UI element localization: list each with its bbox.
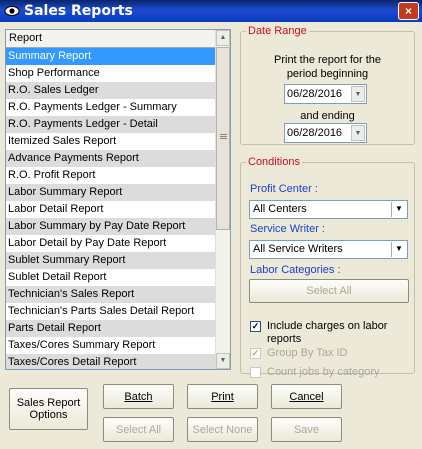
empty-checkbox-icon[interactable] [250,367,261,378]
sales-report-options-button[interactable]: Sales Report Options [9,388,88,430]
service-writer-label: Service Writer : [250,223,325,235]
batch-button[interactable]: Batch [103,384,174,409]
list-item[interactable]: Sublet Summary Report [6,252,215,269]
conditions-group: Conditions Profit Center : All Centers ▼… [240,156,415,378]
window-title: Sales Reports [24,3,133,19]
profit-center-label: Profit Center : [250,183,318,195]
list-item[interactable]: R.O. Profit Report [6,167,215,184]
list-item[interactable]: Labor Summary Report [6,184,215,201]
labor-categories-label: Labor Categories : [250,264,341,276]
select-all-label: Select All [115,423,162,436]
service-writer-select[interactable]: All Service Writers ▼ [249,240,408,259]
list-item[interactable]: Labor Detail Report [6,201,215,218]
date-range-legend: Date Range [248,25,307,37]
list-item[interactable]: Taxes/Cores Detail Report [6,354,215,369]
count-jobs-label: Count jobs by category [267,366,380,378]
include-charges-label-line1: Include charges on labor [267,320,388,332]
eye-icon [4,6,20,16]
group-by-tax-label: Group By Tax ID [267,347,348,359]
chevron-down-icon[interactable]: ▼ [391,202,406,217]
chevron-down-icon[interactable]: ▼ [351,125,365,141]
report-list[interactable]: Report Summary Report Shop Performance R.O… [5,29,231,370]
checkmark-icon[interactable]: ✓ [250,348,261,359]
list-item[interactable]: R.O. Payments Ledger - Summary [6,99,215,116]
begin-label-line2: period beginning [286,68,369,80]
list-item[interactable]: Taxes/Cores Summary Report [6,337,215,354]
begin-date-value: 06/28/2016 [287,88,343,100]
begin-label-line1: Print the report for the [274,54,381,66]
report-column-header[interactable]: Report [6,30,215,48]
print-button[interactable]: Print [187,384,258,409]
list-item[interactable]: Labor Summary by Pay Date Report [6,218,215,235]
list-item[interactable]: Technician's Parts Sales Detail Report [6,303,215,320]
list-item[interactable]: Advance Payments Report [6,150,215,167]
title-bar: Sales Reports × [0,0,422,22]
end-label: and ending [300,110,355,122]
save-button[interactable]: Save [271,417,342,442]
checkmark-icon[interactable]: ✓ [250,321,261,332]
report-list-scrollbar[interactable]: ▲ ▼ [215,30,230,369]
print-label: Print [211,390,234,403]
list-item[interactable]: Technician's Sales Report [6,286,215,303]
save-label: Save [293,423,320,436]
cancel-label: Cancel [289,390,324,403]
begin-date-picker[interactable]: 06/28/2016 ▼ [284,84,367,104]
options-label-line2: Options [29,409,68,421]
list-item[interactable]: Parts Detail Report [6,320,215,337]
select-all-button[interactable]: Select All [103,417,174,442]
service-writer-value: All Service Writers [253,243,343,255]
cancel-button[interactable]: Cancel [271,384,342,409]
chevron-down-icon[interactable]: ▼ [351,86,365,102]
end-date-value: 06/28/2016 [287,127,343,139]
select-none-label: Select None [192,423,253,436]
chevron-down-icon[interactable]: ▼ [391,242,406,257]
list-item[interactable]: Labor Detail by Pay Date Report [6,235,215,252]
list-item[interactable]: R.O. Payments Ledger - Detail [6,116,215,133]
list-item[interactable]: Summary Report [6,48,215,65]
scroll-thumb[interactable] [216,47,230,230]
batch-label: Batch [124,390,153,403]
profit-center-select[interactable]: All Centers ▼ [249,200,408,219]
include-charges-label-line2: reports [267,333,302,345]
close-icon: × [404,4,412,18]
options-label-line1: Sales Report [16,397,81,409]
end-date-picker[interactable]: 06/28/2016 ▼ [284,123,367,143]
list-item[interactable]: Shop Performance [6,65,215,82]
select-all-categories-button[interactable]: Select All [249,279,409,303]
conditions-legend: Conditions [248,156,300,168]
close-button[interactable]: × [398,2,419,20]
select-none-button[interactable]: Select None [187,417,258,442]
list-item[interactable]: Sublet Detail Report [6,269,215,286]
list-item[interactable]: Itemized Sales Report [6,133,215,150]
list-item[interactable]: R.O. Sales Ledger [6,82,215,99]
profit-center-value: All Centers [253,203,307,215]
report-rows: Summary Report Shop Performance R.O. Sales… [6,48,215,369]
date-range-group: Date Range Print the report for the peri… [240,25,415,145]
scroll-up-icon[interactable]: ▲ [216,30,230,46]
scroll-down-icon[interactable]: ▼ [216,353,230,369]
